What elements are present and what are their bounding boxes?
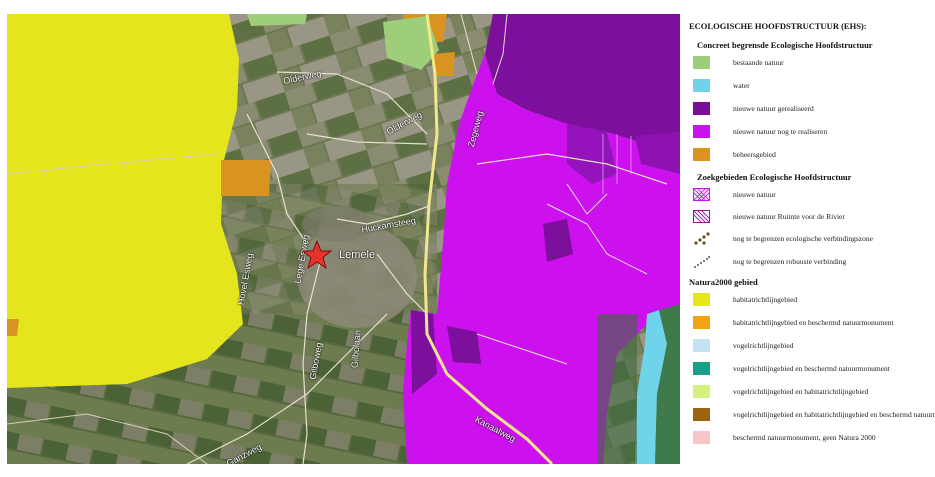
legend-label: habitatrichtlijngebied en beschermd natu… — [733, 318, 894, 327]
map-view[interactable]: Lemele Olderweg Olderweg Huckamsteeg Hov… — [7, 14, 680, 464]
legend-label: beheersgebied — [733, 150, 776, 159]
legend-item: bestaande natuur — [693, 56, 935, 72]
legend-swatch-bird-monument — [693, 362, 710, 375]
legend-item: nog te begrenzen robuuste verbinding — [693, 255, 935, 271]
place-label-lemele: Lemele — [339, 249, 376, 261]
legend-item: vogelrichtlijngebied — [693, 339, 935, 355]
legend-label: nog te begrenzen ecologische verbindings… — [733, 234, 873, 243]
diagonal-hatch-swatch-icon — [693, 210, 710, 223]
dots-swatch-icon — [694, 232, 710, 245]
legend-label: vogelrichtlijngebied en beschermd natuur… — [733, 364, 890, 373]
legend-swatch-habitat-monument — [693, 316, 710, 329]
legend-label: nieuwe natuur gerealiseerd — [733, 104, 814, 113]
legend-item: vogelrichtlijngebied en habitatrichtlijn… — [693, 408, 935, 424]
legend-label: nog te begrenzen robuuste verbinding — [733, 257, 847, 266]
legend-swatch-management — [693, 148, 710, 161]
legend-item: nieuwe natuur — [693, 188, 935, 204]
legend-label: vogelrichtlijngebied — [733, 341, 794, 350]
legend-item: nieuwe natuur nog te realiseren — [693, 125, 935, 141]
legend-label: habitatrichtlijngebied — [733, 295, 798, 304]
legend-swatch-habitat — [693, 293, 710, 306]
legend-swatch-to-realise — [693, 125, 710, 138]
legend-label: vogelrichtlijngebied en habitatrichtlijn… — [733, 410, 935, 419]
legend-label: water — [733, 81, 750, 90]
legend-label: vogelrichtlijngebied en habitatrichtlijn… — [733, 387, 869, 396]
legend-item: nieuwe natuur gerealiseerd — [693, 102, 935, 118]
legend-swatch-realised — [693, 102, 710, 115]
legend-item: beschermd natuurmonument, geen Natura 20… — [693, 431, 935, 447]
legend-swatch-water — [693, 79, 710, 92]
legend-section-search-title: Zoekgebieden Ecologische Hoofdstructuur — [697, 172, 852, 182]
legend-swatch-bird-habitat — [693, 385, 710, 398]
map-legend: ECOLOGISCHE HOOFDSTRUCTUUR (EHS): Concre… — [683, 14, 935, 464]
legend-swatch-bird-habitat-monument — [693, 408, 710, 421]
map-canvas — [7, 14, 680, 464]
legend-item: beheersgebied — [693, 148, 935, 164]
legend-label: nieuwe natuur nog te realiseren — [733, 127, 828, 136]
legend-item: habitatrichtlijngebied en beschermd natu… — [693, 316, 935, 332]
legend-swatch-bird — [693, 339, 710, 352]
legend-item: vogelrichtlijngebied en habitatrichtlijn… — [693, 385, 935, 401]
legend-item: nieuwe natuur Ruimte voor de Rivier — [693, 210, 935, 226]
legend-title: ECOLOGISCHE HOOFDSTRUCTUUR (EHS): — [689, 21, 867, 31]
star-marker-icon[interactable] — [302, 240, 332, 270]
legend-label: nieuwe natuur — [733, 190, 776, 199]
legend-item: habitatrichtlijngebied — [693, 293, 935, 309]
legend-item: vogelrichtlijngebied en beschermd natuur… — [693, 362, 935, 378]
legend-label: beschermd natuurmonument, geen Natura 20… — [733, 433, 876, 442]
legend-swatch-existing-nature — [693, 56, 710, 69]
legend-section-natura-title: Natura2000 gebied — [689, 277, 758, 287]
legend-item: nog te begrenzen ecologische verbindings… — [693, 232, 935, 248]
legend-item: water — [693, 79, 935, 95]
small-dots-swatch-icon — [694, 256, 710, 268]
legend-section-concrete-title: Concreet begrensde Ecologische Hoofdstru… — [697, 40, 873, 50]
legend-label: nieuwe natuur Ruimte voor de Rivier — [733, 212, 845, 221]
legend-label: bestaande natuur — [733, 58, 784, 67]
crosshatch-swatch-icon — [693, 188, 710, 201]
legend-swatch-monument-only — [693, 431, 710, 444]
